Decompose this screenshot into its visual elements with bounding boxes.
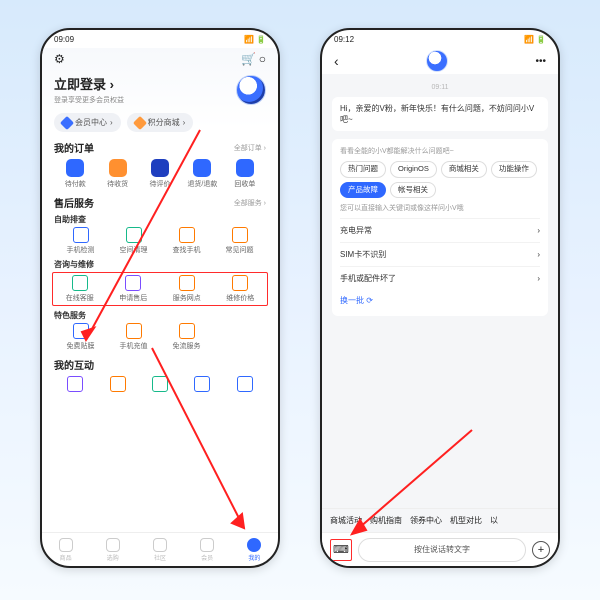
chevron-right-icon: › <box>110 77 114 92</box>
faq-item[interactable]: 充电异常› <box>340 218 540 242</box>
bottom-nav: 商品 选购 社区 会员 我的 <box>42 532 278 566</box>
self-check-tag: 自助排查 <box>54 214 266 225</box>
quick-chip[interactable]: 机型对比 <box>450 515 482 526</box>
svc-item[interactable]: 空间清理 <box>107 227 160 255</box>
login-subtitle: 登录享受更多会员权益 <box>54 95 124 105</box>
svc-item[interactable]: 服务网点 <box>160 275 214 303</box>
topic-chip[interactable]: 功能操作 <box>491 161 537 178</box>
svc-online-support[interactable]: 在线客服 <box>53 275 107 303</box>
chat-header: ‹ ••• <box>322 48 558 74</box>
topic-chip[interactable]: OriginOS <box>390 161 437 178</box>
top-right-icons: 🛒 ○ <box>241 52 266 66</box>
order-item[interactable]: 待收货 <box>96 159 138 189</box>
status-bar: 09:09 📶🔋 <box>42 30 278 48</box>
topic-chip-active[interactable]: 产品故障 <box>340 182 386 199</box>
status-time: 09:12 <box>334 35 354 44</box>
topic-chip[interactable]: 热门问题 <box>340 161 386 178</box>
order-item[interactable]: 回收单 <box>224 159 266 189</box>
nav-item[interactable]: 会员 <box>200 538 214 562</box>
login-block[interactable]: 立即登录 › 登录享受更多会员权益 <box>54 74 124 105</box>
back-icon[interactable]: ‹ <box>334 53 339 69</box>
bot-avatar <box>426 50 448 72</box>
pill-label: 积分商城 <box>148 117 180 128</box>
help-tip: 看看全能的小V都能解决什么问题吧~ <box>340 147 540 157</box>
faq-item[interactable]: SIM卡不识别› <box>340 242 540 266</box>
voice-input-button[interactable]: 按住说话转文字 <box>358 538 526 562</box>
quick-chip[interactable]: 领券中心 <box>410 515 442 526</box>
special-tag: 特色服务 <box>54 310 266 321</box>
inter-item[interactable] <box>224 376 266 392</box>
topic-chip[interactable]: 商城相关 <box>441 161 487 178</box>
pill-member-center[interactable]: 会员中心 › <box>54 113 121 132</box>
orders-title: 我的订单 <box>54 140 94 155</box>
keyboard-icon[interactable]: ⌨ <box>330 539 352 561</box>
refresh-button[interactable]: 换一批 ⟳ <box>340 291 540 310</box>
svc-item[interactable]: 手机充值 <box>107 323 160 351</box>
chevron-right-icon: › <box>537 249 540 260</box>
svc-item[interactable]: 查找手机 <box>160 227 213 255</box>
settings-icon[interactable]: ⚙ <box>54 52 68 66</box>
order-item[interactable]: 待付款 <box>54 159 96 189</box>
orders-row: 待付款 待收货 待评价 退货/退款 回收单 <box>54 159 266 189</box>
quick-chip[interactable]: 商城活动 <box>330 515 362 526</box>
login-title: 立即登录 <box>54 77 106 92</box>
bottom-quick-chips: 商城活动 购机指南 领券中心 机型对比 以 <box>322 508 558 532</box>
nav-item-active[interactable]: 我的 <box>247 538 261 562</box>
pill-label: 会员中心 <box>75 117 107 128</box>
topic-chips: 热门问题 OriginOS 商城相关 功能操作 产品故障 帐号相关 <box>340 161 540 198</box>
nav-item[interactable]: 商品 <box>59 538 73 562</box>
status-bar: 09:12 📶🔋 <box>322 30 558 48</box>
avatar[interactable] <box>236 75 266 105</box>
nav-item[interactable]: 社区 <box>153 538 167 562</box>
interact-title: 我的互动 <box>54 357 94 372</box>
quick-chip[interactable]: 以 <box>490 515 498 526</box>
svc-item[interactable]: 申请售后 <box>107 275 161 303</box>
inter-item[interactable] <box>181 376 223 392</box>
nav-item[interactable]: 选购 <box>106 538 120 562</box>
quick-chip[interactable]: 购机指南 <box>370 515 402 526</box>
svc-item[interactable]: 维修价格 <box>214 275 268 303</box>
consult-highlight-box: 在线客服 申请售后 服务网点 维修价格 <box>52 272 268 306</box>
order-item[interactable]: 待评价 <box>139 159 181 189</box>
greeting-bubble: Hi，亲爱的V粉，新年快乐！有什么问题，不妨问问小V吧~ <box>332 97 548 131</box>
faq-item[interactable]: 手机或配件坏了› <box>340 266 540 290</box>
pill-points-mall[interactable]: 积分商城 › <box>127 113 194 132</box>
cart-icon[interactable]: 🛒 <box>241 52 256 66</box>
profile-screen: 09:09 📶🔋 ⚙ 🛒 ○ 立即登录 › 登录享受更多会员权益 会员中心 › … <box>40 28 280 568</box>
topic-chip[interactable]: 帐号相关 <box>390 182 436 199</box>
chevron-right-icon: › <box>537 225 540 236</box>
svc-item[interactable]: 免费贴膜 <box>54 323 107 351</box>
more-icon[interactable]: ••• <box>535 56 546 67</box>
help-bubble: 看看全能的小V都能解决什么问题吧~ 热门问题 OriginOS 商城相关 功能操… <box>332 139 548 315</box>
inter-item[interactable] <box>54 376 96 392</box>
status-time: 09:09 <box>54 35 74 44</box>
order-item[interactable]: 退货/退款 <box>181 159 223 189</box>
inter-item[interactable] <box>139 376 181 392</box>
after-title: 售后服务 <box>54 195 94 210</box>
status-icons: 📶🔋 <box>242 35 266 44</box>
ask-tip: 您可以直接输入关键词或像这样问小V哦 <box>340 204 540 214</box>
status-icons: 📶🔋 <box>522 35 546 44</box>
chat-timestamp: 09:11 <box>332 84 548 91</box>
message-icon[interactable]: ○ <box>259 52 266 66</box>
orders-more[interactable]: 全部订单 › <box>234 143 266 153</box>
after-more[interactable]: 全部服务 › <box>234 198 266 208</box>
chevron-right-icon: › <box>537 273 540 284</box>
plus-icon[interactable]: + <box>532 541 550 559</box>
input-bar: ⌨ 按住说话转文字 + <box>322 532 558 566</box>
inter-item[interactable] <box>96 376 138 392</box>
consult-tag: 咨询与维修 <box>54 259 266 270</box>
chat-screen: 09:12 📶🔋 ‹ ••• 09:11 Hi，亲爱的V粉，新年快乐！有什么问题… <box>320 28 560 568</box>
svc-item[interactable]: 常见问题 <box>213 227 266 255</box>
svc-item[interactable]: 免流服务 <box>160 323 213 351</box>
svc-item[interactable]: 手机检测 <box>54 227 107 255</box>
